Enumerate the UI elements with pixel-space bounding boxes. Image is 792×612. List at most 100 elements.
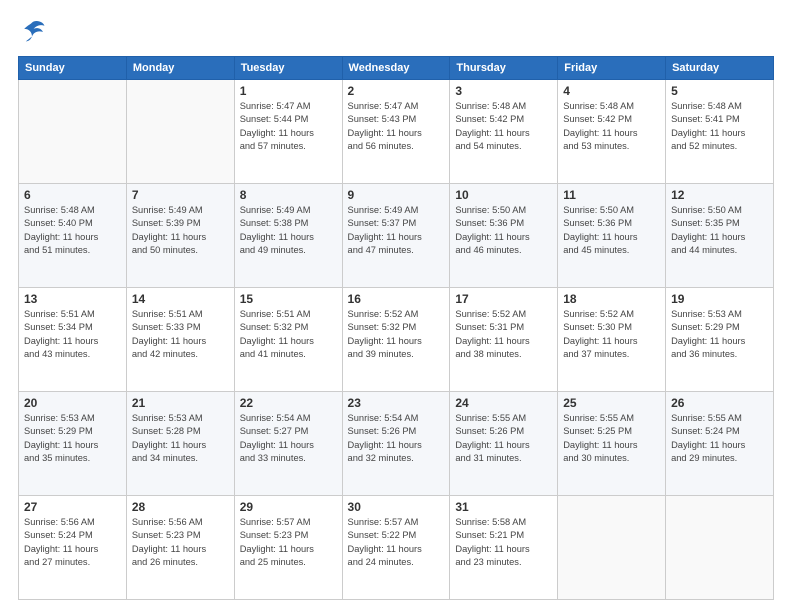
calendar-cell — [19, 80, 127, 184]
calendar-cell: 15 Sunrise: 5:51 AMSunset: 5:32 PMDayligh… — [234, 288, 342, 392]
day-info: Sunrise: 5:48 AMSunset: 5:40 PMDaylight:… — [24, 204, 121, 258]
day-number: 25 — [563, 396, 660, 410]
day-info: Sunrise: 5:52 AMSunset: 5:30 PMDaylight:… — [563, 308, 660, 362]
calendar-cell: 12 Sunrise: 5:50 AMSunset: 5:35 PMDayligh… — [666, 184, 774, 288]
day-info: Sunrise: 5:48 AMSunset: 5:42 PMDaylight:… — [455, 100, 552, 154]
day-number: 15 — [240, 292, 337, 306]
day-number: 23 — [348, 396, 445, 410]
day-info: Sunrise: 5:54 AMSunset: 5:26 PMDaylight:… — [348, 412, 445, 466]
day-number: 8 — [240, 188, 337, 202]
page-header — [18, 18, 774, 46]
day-info: Sunrise: 5:49 AMSunset: 5:37 PMDaylight:… — [348, 204, 445, 258]
day-info: Sunrise: 5:58 AMSunset: 5:21 PMDaylight:… — [455, 516, 552, 570]
day-info: Sunrise: 5:55 AMSunset: 5:25 PMDaylight:… — [563, 412, 660, 466]
day-number: 13 — [24, 292, 121, 306]
calendar-cell: 29 Sunrise: 5:57 AMSunset: 5:23 PMDayligh… — [234, 496, 342, 600]
day-number: 20 — [24, 396, 121, 410]
calendar-cell: 30Sunrise: 5:57 AMSunset: 5:22 PMDayligh… — [342, 496, 450, 600]
weekday-header: Thursday — [450, 57, 558, 80]
day-number: 3 — [455, 84, 552, 98]
calendar-cell: 26 Sunrise: 5:55 AMSunset: 5:24 PMDayligh… — [666, 392, 774, 496]
calendar-cell: 5 Sunrise: 5:48 AMSunset: 5:41 PMDaylight… — [666, 80, 774, 184]
weekday-header: Friday — [558, 57, 666, 80]
day-number: 22 — [240, 396, 337, 410]
weekday-header: Sunday — [19, 57, 127, 80]
day-info: Sunrise: 5:50 AMSunset: 5:36 PMDaylight:… — [455, 204, 552, 258]
day-info: Sunrise: 5:57 AMSunset: 5:22 PMDaylight:… — [348, 516, 445, 570]
calendar-week-row: 13 Sunrise: 5:51 AMSunset: 5:34 PMDayligh… — [19, 288, 774, 392]
day-number: 17 — [455, 292, 552, 306]
day-info: Sunrise: 5:48 AMSunset: 5:42 PMDaylight:… — [563, 100, 660, 154]
day-info: Sunrise: 5:49 AMSunset: 5:39 PMDaylight:… — [132, 204, 229, 258]
day-info: Sunrise: 5:53 AMSunset: 5:29 PMDaylight:… — [24, 412, 121, 466]
day-info: Sunrise: 5:57 AMSunset: 5:23 PMDaylight:… — [240, 516, 337, 570]
calendar-cell: 11 Sunrise: 5:50 AMSunset: 5:36 PMDayligh… — [558, 184, 666, 288]
day-info: Sunrise: 5:52 AMSunset: 5:31 PMDaylight:… — [455, 308, 552, 362]
day-info: Sunrise: 5:47 AMSunset: 5:44 PMDaylight:… — [240, 100, 337, 154]
calendar-cell: 10Sunrise: 5:50 AMSunset: 5:36 PMDayligh… — [450, 184, 558, 288]
day-number: 16 — [348, 292, 445, 306]
day-info: Sunrise: 5:50 AMSunset: 5:36 PMDaylight:… — [563, 204, 660, 258]
day-number: 24 — [455, 396, 552, 410]
calendar-cell: 9 Sunrise: 5:49 AMSunset: 5:37 PMDaylight… — [342, 184, 450, 288]
calendar-cell: 18 Sunrise: 5:52 AMSunset: 5:30 PMDayligh… — [558, 288, 666, 392]
weekday-header: Saturday — [666, 57, 774, 80]
calendar-cell: 19 Sunrise: 5:53 AMSunset: 5:29 PMDayligh… — [666, 288, 774, 392]
day-number: 18 — [563, 292, 660, 306]
day-info: Sunrise: 5:51 AMSunset: 5:32 PMDaylight:… — [240, 308, 337, 362]
day-number: 11 — [563, 188, 660, 202]
day-number: 4 — [563, 84, 660, 98]
day-number: 29 — [240, 500, 337, 514]
calendar-cell: 28 Sunrise: 5:56 AMSunset: 5:23 PMDayligh… — [126, 496, 234, 600]
weekday-header: Wednesday — [342, 57, 450, 80]
calendar-cell — [126, 80, 234, 184]
day-number: 5 — [671, 84, 768, 98]
calendar-cell: 13 Sunrise: 5:51 AMSunset: 5:34 PMDayligh… — [19, 288, 127, 392]
calendar-cell: 31Sunrise: 5:58 AMSunset: 5:21 PMDayligh… — [450, 496, 558, 600]
weekday-header: Tuesday — [234, 57, 342, 80]
calendar-cell: 24 Sunrise: 5:55 AMSunset: 5:26 PMDayligh… — [450, 392, 558, 496]
day-number: 2 — [348, 84, 445, 98]
day-number: 1 — [240, 84, 337, 98]
calendar-week-row: 6 Sunrise: 5:48 AMSunset: 5:40 PMDaylight… — [19, 184, 774, 288]
calendar-cell — [666, 496, 774, 600]
day-number: 26 — [671, 396, 768, 410]
day-number: 28 — [132, 500, 229, 514]
day-number: 6 — [24, 188, 121, 202]
calendar-cell: 14Sunrise: 5:51 AMSunset: 5:33 PMDayligh… — [126, 288, 234, 392]
day-info: Sunrise: 5:53 AMSunset: 5:29 PMDaylight:… — [671, 308, 768, 362]
calendar-cell: 6 Sunrise: 5:48 AMSunset: 5:40 PMDaylight… — [19, 184, 127, 288]
day-info: Sunrise: 5:49 AMSunset: 5:38 PMDaylight:… — [240, 204, 337, 258]
day-number: 12 — [671, 188, 768, 202]
calendar-cell: 17 Sunrise: 5:52 AMSunset: 5:31 PMDayligh… — [450, 288, 558, 392]
day-number: 21 — [132, 396, 229, 410]
day-info: Sunrise: 5:55 AMSunset: 5:26 PMDaylight:… — [455, 412, 552, 466]
calendar-cell: 2Sunrise: 5:47 AMSunset: 5:43 PMDaylight… — [342, 80, 450, 184]
calendar-week-row: 27 Sunrise: 5:56 AMSunset: 5:24 PMDayligh… — [19, 496, 774, 600]
calendar-header-row: SundayMondayTuesdayWednesdayThursdayFrid… — [19, 57, 774, 80]
calendar-cell: 27 Sunrise: 5:56 AMSunset: 5:24 PMDayligh… — [19, 496, 127, 600]
calendar-cell: 21 Sunrise: 5:53 AMSunset: 5:28 PMDayligh… — [126, 392, 234, 496]
calendar-table: SundayMondayTuesdayWednesdayThursdayFrid… — [18, 56, 774, 600]
calendar-cell — [558, 496, 666, 600]
day-info: Sunrise: 5:51 AMSunset: 5:34 PMDaylight:… — [24, 308, 121, 362]
day-info: Sunrise: 5:51 AMSunset: 5:33 PMDaylight:… — [132, 308, 229, 362]
day-number: 9 — [348, 188, 445, 202]
day-info: Sunrise: 5:55 AMSunset: 5:24 PMDaylight:… — [671, 412, 768, 466]
calendar-cell: 3 Sunrise: 5:48 AMSunset: 5:42 PMDaylight… — [450, 80, 558, 184]
calendar-cell: 22Sunrise: 5:54 AMSunset: 5:27 PMDayligh… — [234, 392, 342, 496]
calendar-cell: 7Sunrise: 5:49 AMSunset: 5:39 PMDaylight… — [126, 184, 234, 288]
calendar-week-row: 20 Sunrise: 5:53 AMSunset: 5:29 PMDayligh… — [19, 392, 774, 496]
day-info: Sunrise: 5:56 AMSunset: 5:24 PMDaylight:… — [24, 516, 121, 570]
day-number: 27 — [24, 500, 121, 514]
calendar-cell: 16 Sunrise: 5:52 AMSunset: 5:32 PMDayligh… — [342, 288, 450, 392]
day-info: Sunrise: 5:50 AMSunset: 5:35 PMDaylight:… — [671, 204, 768, 258]
day-number: 19 — [671, 292, 768, 306]
day-info: Sunrise: 5:53 AMSunset: 5:28 PMDaylight:… — [132, 412, 229, 466]
weekday-header: Monday — [126, 57, 234, 80]
logo — [18, 18, 50, 46]
day-info: Sunrise: 5:48 AMSunset: 5:41 PMDaylight:… — [671, 100, 768, 154]
day-info: Sunrise: 5:52 AMSunset: 5:32 PMDaylight:… — [348, 308, 445, 362]
calendar-week-row: 1 Sunrise: 5:47 AMSunset: 5:44 PMDaylight… — [19, 80, 774, 184]
day-info: Sunrise: 5:56 AMSunset: 5:23 PMDaylight:… — [132, 516, 229, 570]
